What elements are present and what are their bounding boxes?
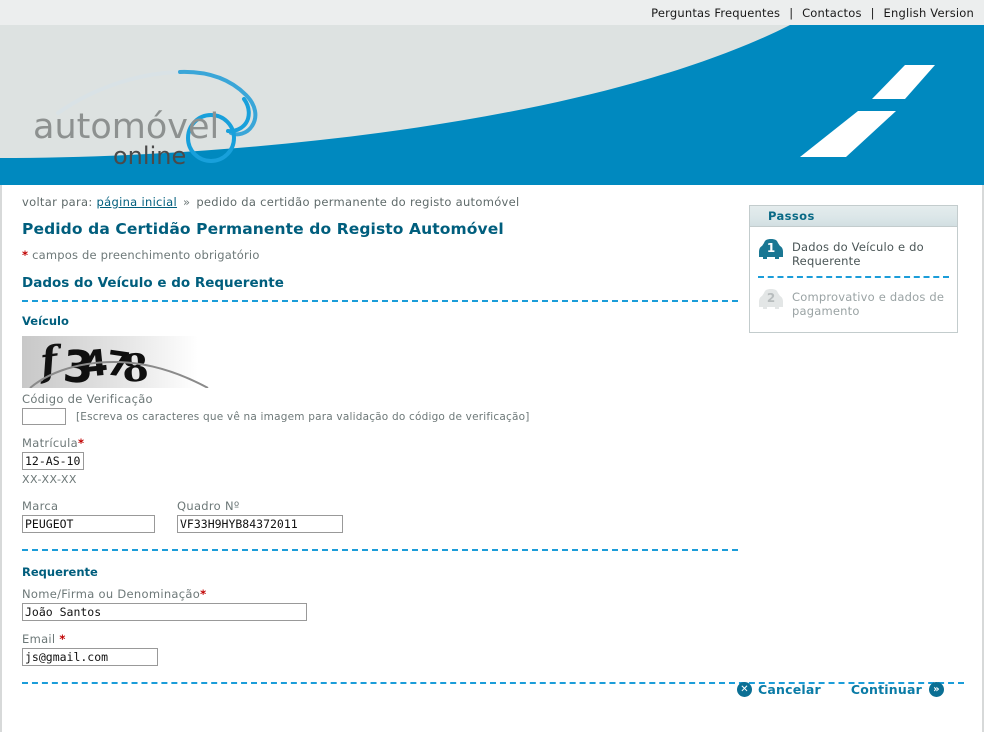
captcha-char-8: 8 — [120, 344, 150, 388]
topbar-separator-2: | — [870, 5, 875, 20]
cancel-button[interactable]: ✕ Cancelar — [736, 682, 821, 697]
email-field-block: Email * — [22, 632, 732, 666]
link-perguntas-frequentes[interactable]: Perguntas Frequentes — [649, 6, 782, 20]
steps-panel-header: Passos — [750, 206, 957, 227]
captcha-image: f 3 4 7 8 — [22, 336, 222, 388]
marca-field-block: Marca — [22, 499, 172, 533]
matricula-field-block: Matrícula* XX-XX-XX — [22, 436, 732, 486]
brand-name-secondary: online — [113, 142, 186, 170]
step-number-2: 2 — [766, 291, 776, 305]
brand-name-primary: automóvel — [33, 107, 219, 147]
captcha-input[interactable] — [22, 408, 66, 425]
step-number-1: 1 — [766, 241, 776, 255]
nome-required-asterisk: * — [200, 587, 207, 601]
breadcrumb-home-link[interactable]: página inicial — [97, 195, 177, 209]
captcha-label: Código de Verificação — [22, 392, 153, 406]
steps-panel-title: Passos — [768, 209, 815, 223]
matricula-required-asterisk: * — [77, 436, 85, 450]
matricula-label-text: Matrícula — [22, 436, 78, 450]
breadcrumb-chevron: » — [183, 195, 191, 209]
divider-vehicle-applicant — [22, 549, 738, 551]
step-item-2[interactable]: 2 Comprovativo e dados de pagamento — [756, 278, 951, 326]
car-front-icon: 2 — [758, 288, 784, 312]
breadcrumb: voltar para: página inicial » pedido da … — [22, 195, 732, 209]
captcha-hint: [Escreva os caracteres que vê na imagem … — [76, 410, 530, 423]
captcha-row: [Escreva os caracteres que vê na imagem … — [22, 408, 732, 425]
email-input[interactable] — [22, 648, 158, 666]
quadro-label: Quadro Nº — [177, 499, 240, 513]
nome-label-text: Nome/Firma ou Denominação — [22, 587, 201, 601]
page-root: Perguntas Frequentes | Contactos | Engli… — [0, 0, 984, 732]
continue-button-label: Continuar — [850, 682, 922, 697]
email-label-text: Email — [22, 632, 60, 646]
vehicle-details-row: Marca Quadro Nº — [22, 499, 732, 533]
cancel-button-label: Cancelar — [757, 682, 821, 697]
banner-graphic: automóvel online — [0, 25, 984, 185]
marca-label: Marca — [22, 499, 59, 513]
marca-input[interactable] — [22, 515, 155, 533]
breadcrumb-prefix: voltar para: — [22, 195, 93, 209]
subsection-title-veiculo: Veículo — [22, 314, 69, 328]
divider-section — [22, 300, 738, 302]
form-column: voltar para: página inicial » pedido da … — [22, 195, 964, 684]
double-chevron-right-circle-icon: » — [929, 682, 944, 697]
site-banner: automóvel online — [0, 25, 984, 185]
form-actions: ✕ Cancelar Continuar » — [2, 682, 944, 697]
email-label: Email * — [22, 632, 732, 646]
required-fields-note: * campos de preenchimento obrigatório — [22, 248, 732, 262]
nome-field-block: Nome/Firma ou Denominação* — [22, 587, 732, 621]
step-label-1: Dados do Veículo e do Requerente — [792, 240, 924, 268]
link-english-version[interactable]: English Version — [882, 6, 976, 20]
nome-label: Nome/Firma ou Denominação* — [22, 587, 732, 601]
required-asterisk: * — [22, 248, 29, 262]
page-title: Pedido da Certidão Permanente do Registo… — [22, 220, 504, 238]
matricula-input[interactable] — [22, 452, 84, 470]
breadcrumb-current: pedido da certidão permanente do registo… — [196, 195, 520, 209]
section-title: Dados do Veículo e do Requerente — [22, 275, 284, 291]
matricula-label: Matrícula* — [22, 436, 732, 450]
close-circle-icon: ✕ — [736, 682, 752, 697]
email-required-asterisk: * — [59, 632, 66, 646]
main-content: voltar para: página inicial » pedido da … — [0, 185, 984, 732]
quadro-input[interactable] — [177, 515, 343, 533]
top-utility-bar: Perguntas Frequentes | Contactos | Engli… — [0, 0, 984, 25]
matricula-format-hint: XX-XX-XX — [22, 473, 77, 486]
steps-panel: Passos 1 Dados do Veículo e do Requerent… — [749, 205, 958, 333]
step-item-1[interactable]: 1 Dados do Veículo e do Requerente — [756, 235, 951, 276]
nome-input[interactable] — [22, 603, 307, 621]
steps-list: 1 Dados do Veículo e do Requerente 2 Com… — [750, 227, 957, 332]
car-front-icon: 1 — [758, 238, 784, 262]
required-note-text: campos de preenchimento obrigatório — [32, 248, 260, 262]
topbar-separator-1: | — [789, 5, 794, 20]
step-label-2: Comprovativo e dados de pagamento — [792, 290, 945, 318]
link-contactos[interactable]: Contactos — [800, 6, 864, 20]
quadro-field-block: Quadro Nº — [177, 499, 343, 533]
subsection-title-requerente: Requerente — [22, 565, 98, 579]
continue-button[interactable]: Continuar » — [851, 682, 944, 697]
